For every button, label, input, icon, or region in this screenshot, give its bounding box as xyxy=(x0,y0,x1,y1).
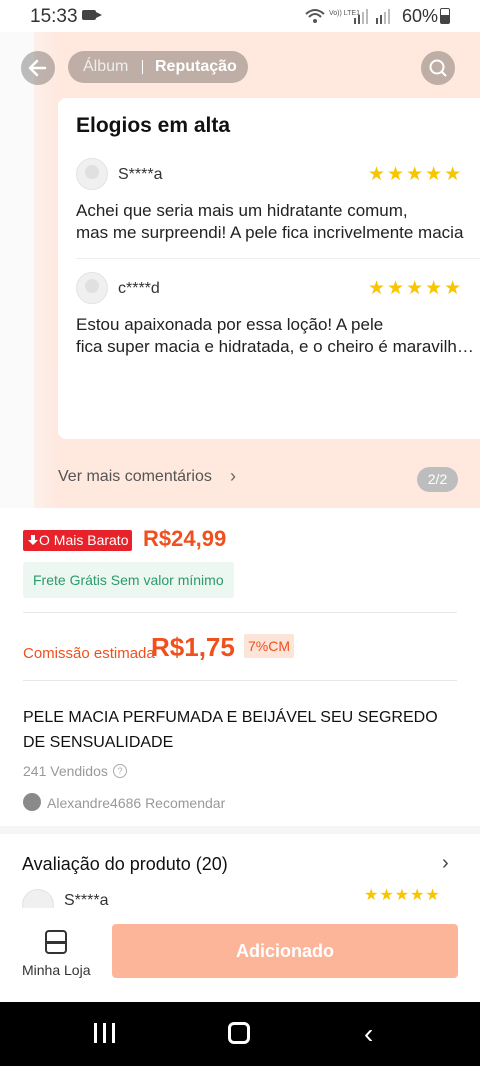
arrow-left-icon xyxy=(28,59,47,77)
star-rating: ★★★★★ xyxy=(368,164,464,185)
signal-icon: Vo)) LTE1 xyxy=(305,9,390,24)
recommender-text: Alexandre4686 Recomendar xyxy=(47,795,226,811)
chevron-right-icon[interactable]: › xyxy=(442,852,449,875)
reputation-panel: Álbum Reputação Elogios em alta S****a ★… xyxy=(0,32,480,508)
store-icon[interactable] xyxy=(45,930,67,954)
my-store-button[interactable]: Minha Loja xyxy=(22,962,91,978)
back-nav-icon[interactable]: ‹ xyxy=(364,1018,373,1050)
section-divider xyxy=(0,826,480,834)
avatar xyxy=(76,272,108,304)
more-comments-link[interactable]: Ver mais comentários xyxy=(58,468,212,486)
star-rating: ★★★★★ xyxy=(368,278,464,299)
cheapest-badge: O Mais Barato xyxy=(23,530,133,551)
status-time: 15:33 xyxy=(30,6,78,27)
commission-percent-badge: 7%CM xyxy=(244,634,295,658)
info-icon[interactable]: ? xyxy=(113,764,127,778)
tab-divider xyxy=(142,60,143,74)
search-button[interactable] xyxy=(421,51,455,85)
commission-value: R$1,75 xyxy=(151,632,235,662)
avatar xyxy=(23,793,41,811)
card-title: Elogios em alta xyxy=(76,114,231,137)
product-title: PELE MACIA PERFUMADA E BEIJÁVEL SEU SEGR… xyxy=(23,709,438,751)
tab-album[interactable]: Álbum xyxy=(83,58,128,76)
added-button[interactable]: Adicionado xyxy=(112,924,458,978)
tab-switcher: Álbum Reputação xyxy=(68,51,248,83)
review-card[interactable]: Elogios em alta S****a ★★★★★ Achei que s… xyxy=(58,98,480,439)
divider xyxy=(23,680,457,681)
review-text: Achei que seria mais um hidratante comum… xyxy=(76,201,464,242)
page-indicator: 2/2 xyxy=(417,467,458,492)
recents-icon[interactable] xyxy=(94,1023,116,1043)
home-icon[interactable] xyxy=(228,1022,250,1044)
product-rating-title[interactable]: Avaliação do produto (20) xyxy=(22,854,228,875)
tab-reputation[interactable]: Reputação xyxy=(155,58,237,76)
free-shipping-tag: Frete Grátis Sem valor mínimo xyxy=(23,562,234,598)
divider xyxy=(23,612,457,613)
chevron-right-icon[interactable]: › xyxy=(230,466,236,487)
search-icon xyxy=(429,59,447,77)
back-button[interactable] xyxy=(21,51,55,85)
battery-icon xyxy=(440,8,450,24)
network-status: Vo)) LTE1 xyxy=(304,6,396,29)
sold-count: 241 Vendidos xyxy=(23,763,108,779)
commission-label: Comissão estimada xyxy=(23,645,155,662)
status-bar: 15:33 Vo)) LTE1 60% xyxy=(0,0,480,32)
divider xyxy=(76,258,480,259)
star-rating: ★★★★★ xyxy=(364,887,441,904)
reviewer-name: S****a xyxy=(118,166,163,183)
reviewer-name: c****d xyxy=(118,280,160,297)
arrow-down-icon xyxy=(28,535,38,545)
avatar xyxy=(76,158,108,190)
review-text: Estou apaixonada por essa loção! A pele … xyxy=(76,315,476,356)
network-label: Vo)) LTE1 xyxy=(329,10,360,17)
video-camera-icon xyxy=(82,10,102,20)
battery-percent: 60% xyxy=(402,6,439,26)
price: R$24,99 xyxy=(143,526,227,551)
